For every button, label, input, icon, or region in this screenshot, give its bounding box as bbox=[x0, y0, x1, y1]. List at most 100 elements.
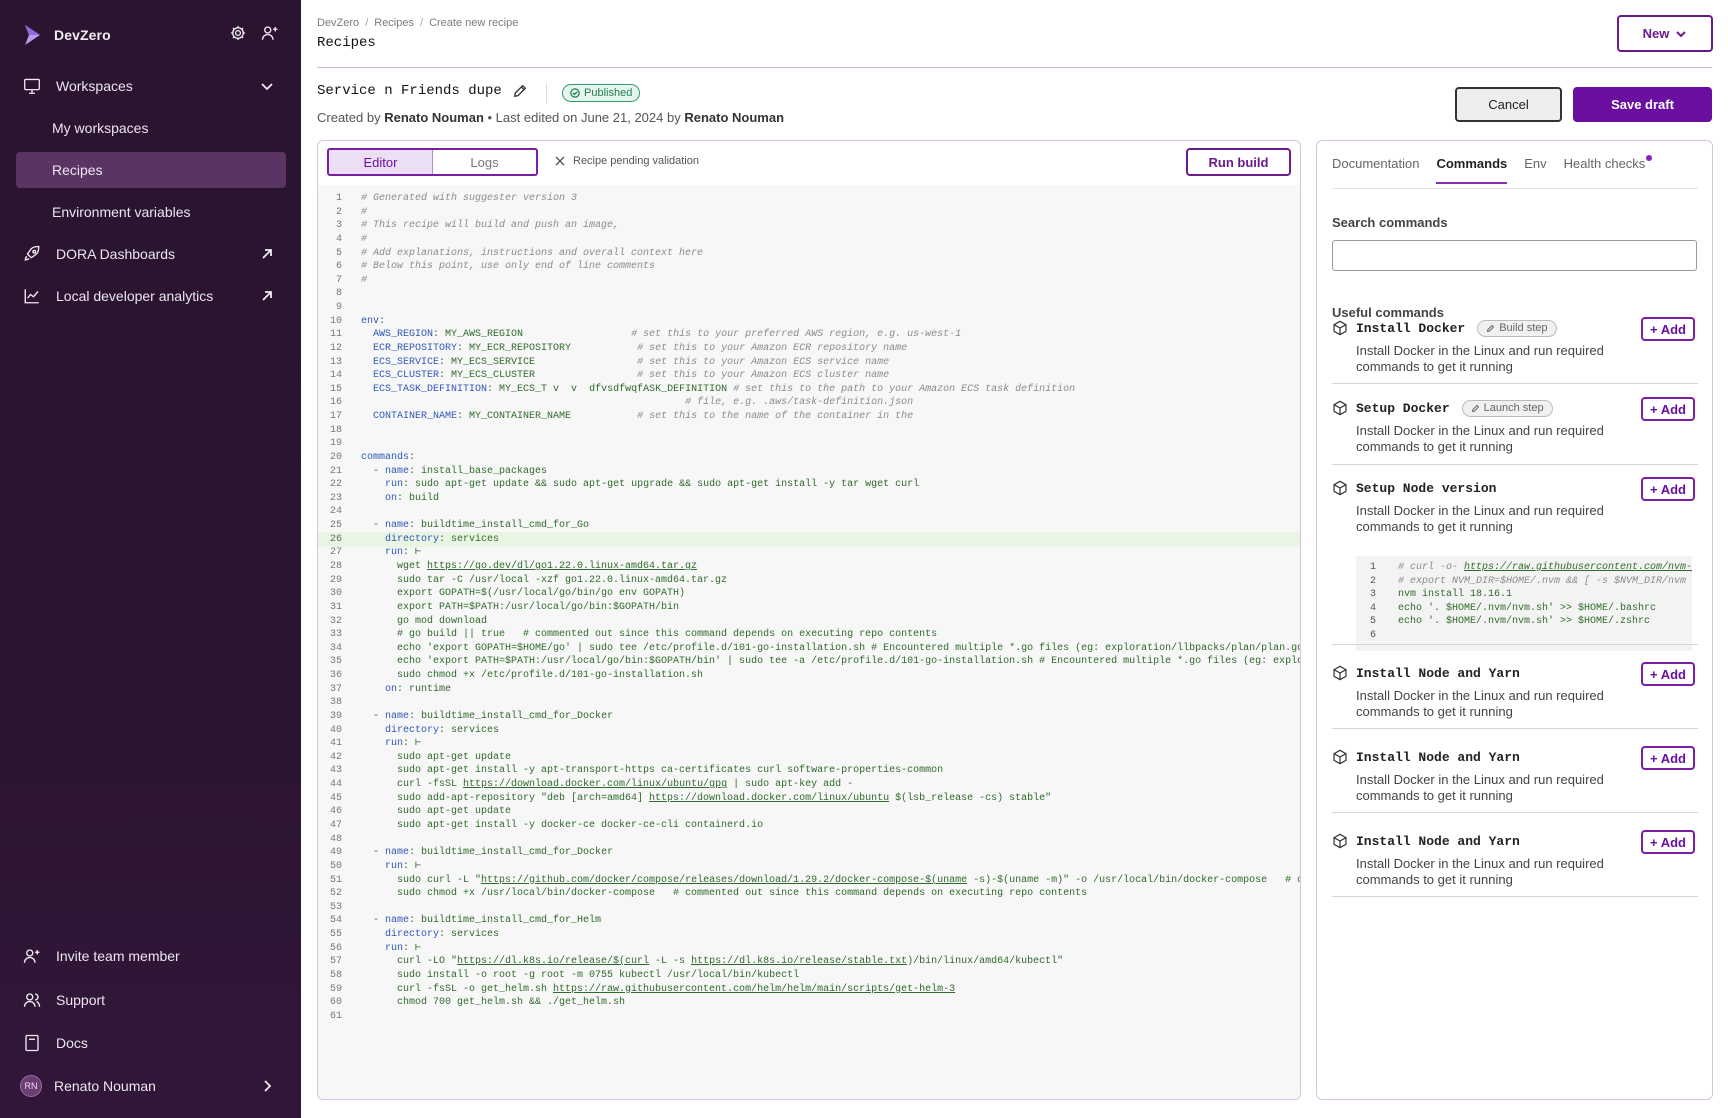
code-token: # Add explanations, instructions and ove… bbox=[361, 248, 703, 259]
chevron-right-icon bbox=[258, 1077, 276, 1095]
tab-documentation[interactable]: Documentation bbox=[1332, 156, 1419, 184]
meta-mid: • Last edited on June 21, 2024 by bbox=[488, 110, 681, 125]
code-token: directory bbox=[385, 929, 439, 940]
code-token: # go build || true # commented out since… bbox=[361, 629, 937, 640]
sidebar-item-my-workspaces[interactable]: My workspaces bbox=[16, 110, 286, 146]
code-token bbox=[361, 534, 385, 545]
command-tag-label: Build step bbox=[1499, 322, 1547, 334]
code-token: # Generated with suggester version 3 bbox=[361, 193, 577, 204]
add-user-icon bbox=[22, 946, 42, 966]
code-token: on bbox=[385, 684, 397, 695]
code-link[interactable]: https://raw.githubusercontent.com/helm/h… bbox=[553, 984, 955, 995]
code-link[interactable]: https://download.docker.com/linux/ubuntu… bbox=[463, 779, 727, 790]
code-link[interactable]: https://dl.k8s.io/release/$(curl bbox=[457, 956, 649, 967]
command-header: Setup DockerLaunch step bbox=[1332, 397, 1553, 419]
tab-commands[interactable]: Commands bbox=[1436, 156, 1507, 184]
line-chart-icon bbox=[22, 286, 42, 306]
code-token: : MY_CONTAINER_NAME bbox=[457, 411, 637, 422]
brand[interactable]: DevZero bbox=[24, 20, 111, 50]
sidebar-item-recipes[interactable]: Recipes bbox=[16, 152, 286, 188]
save-draft-button[interactable]: Save draft bbox=[1573, 87, 1712, 122]
code-token: # set this to your Amazon ECS cluster na… bbox=[637, 370, 889, 381]
code-token: -s)-$(uname -m)" -o /usr/local/bin/docke… bbox=[967, 875, 1301, 886]
code-token: directory bbox=[385, 534, 439, 545]
code-token: # set this to your Amazon ECR repository… bbox=[637, 343, 907, 354]
code-token: curl -LO " bbox=[361, 956, 457, 967]
sidebar-item-dora-dashboards[interactable]: DORA Dashboards bbox=[16, 236, 286, 272]
run-build-button[interactable]: Run build bbox=[1186, 148, 1291, 176]
code-token: # set this to your Amazon ECS service na… bbox=[637, 357, 889, 368]
add-command-button[interactable]: + Add bbox=[1641, 397, 1695, 421]
breadcrumb-item-devzero[interactable]: DevZero bbox=[317, 17, 359, 29]
tab-logs[interactable]: Logs bbox=[433, 150, 536, 174]
code-link[interactable]: https://github.com/docker/compose/releas… bbox=[481, 875, 967, 886]
code-token: sudo tar -C /usr/local -xzf go1.22.0.lin… bbox=[361, 575, 727, 586]
code-token: : buildtime_install_cmd_for_Go bbox=[409, 520, 589, 531]
command-description: Install Docker in the Linux and run requ… bbox=[1356, 423, 1636, 455]
code-token: name bbox=[385, 466, 409, 477]
sidebar-item-invite-team-member[interactable]: Invite team member bbox=[16, 938, 286, 974]
add-command-button[interactable]: + Add bbox=[1641, 830, 1695, 854]
new-button[interactable]: New bbox=[1617, 15, 1713, 52]
breadcrumb-item-recipes[interactable]: Recipes bbox=[374, 17, 414, 29]
sidebar-item-environment-variables[interactable]: Environment variables bbox=[16, 194, 286, 230]
code-token: name bbox=[385, 847, 409, 858]
code-token bbox=[361, 357, 373, 368]
code-token: # bbox=[361, 234, 367, 245]
users-icon bbox=[22, 990, 42, 1010]
code-token: ECS_TASK_DEFINITION bbox=[373, 384, 487, 395]
chevron-down-icon[interactable] bbox=[258, 77, 276, 95]
tab-health-checks[interactable]: Health checks bbox=[1564, 156, 1646, 184]
add-command-button[interactable]: + Add bbox=[1641, 662, 1695, 686]
pencil-icon bbox=[1486, 324, 1495, 333]
command-name: Setup Docker bbox=[1356, 401, 1450, 416]
code-token: run bbox=[385, 479, 403, 490]
tabs-divider bbox=[1332, 188, 1698, 189]
code-link[interactable]: https://go.dev/dl/go1.22.0.linux-amd64.t… bbox=[427, 561, 697, 572]
code-token: sudo curl -L " bbox=[361, 875, 481, 886]
code-link[interactable]: https://dl.k8s.io/release/stable.txt bbox=[691, 956, 907, 967]
code-token: : MY_ECR_REPOSITORY bbox=[457, 343, 637, 354]
add-command-button[interactable]: + Add bbox=[1641, 746, 1695, 770]
tab-env[interactable]: Env bbox=[1524, 156, 1546, 184]
code-token bbox=[361, 411, 373, 422]
sidebar-item-docs[interactable]: Docs bbox=[16, 1025, 286, 1061]
code-link[interactable]: https://download.docker.com/linux/ubuntu bbox=[649, 793, 889, 804]
sidebar-item-support[interactable]: Support bbox=[16, 982, 286, 1018]
user-menu[interactable]: RN Renato Nouman bbox=[16, 1068, 286, 1104]
command-description: Install Docker in the Linux and run requ… bbox=[1356, 688, 1636, 720]
code-token: name bbox=[385, 915, 409, 926]
command-description: Install Docker in the Linux and run requ… bbox=[1356, 343, 1636, 375]
devzero-logo-icon bbox=[24, 24, 42, 46]
code-token: env bbox=[361, 316, 379, 327]
code-token: : install_base_packages bbox=[409, 466, 547, 477]
code-token: echo 'export GOPATH=$HOME/go' | sudo tee… bbox=[361, 643, 1301, 654]
cancel-button[interactable]: Cancel bbox=[1455, 87, 1562, 122]
add-user-icon[interactable] bbox=[261, 24, 279, 42]
search-commands-input[interactable] bbox=[1332, 240, 1697, 271]
gear-icon[interactable] bbox=[229, 24, 247, 42]
title-divider bbox=[546, 83, 547, 103]
add-command-button[interactable]: + Add bbox=[1641, 317, 1695, 341]
code-token: sudo apt-get install -y docker-ce docker… bbox=[361, 820, 763, 831]
code-token: export PATH=$PATH:/usr/local/go/bin:$GOP… bbox=[361, 602, 679, 613]
code-token: $(lsb_release -cs) stable" bbox=[889, 793, 1051, 804]
tab-editor[interactable]: Editor bbox=[329, 150, 433, 174]
cube-icon bbox=[1332, 665, 1348, 681]
sidebar-item-workspaces[interactable]: Workspaces bbox=[16, 68, 286, 104]
code-token: # Below this point, use only end of line… bbox=[361, 261, 655, 272]
command-description: Install Docker in the Linux and run requ… bbox=[1356, 772, 1636, 804]
code-editor[interactable]: 1# Generated with suggester version 32#3… bbox=[318, 185, 1301, 1100]
command-description: Install Docker in the Linux and run requ… bbox=[1356, 503, 1636, 535]
code-token: : build bbox=[397, 493, 439, 504]
code-token: commands bbox=[361, 452, 409, 463]
code-token: | sudo apt-key add - bbox=[727, 779, 853, 790]
code-token: : sudo apt-get update && sudo apt-get up… bbox=[403, 479, 919, 490]
code-token: )/bin/linux/amd64/kubectl" bbox=[907, 956, 1063, 967]
sidebar-item-local-developer-analytics[interactable]: Local developer analytics bbox=[16, 278, 286, 314]
cube-icon bbox=[1332, 833, 1348, 849]
code-token: # export NVM_DIR=$HOME/.nvm && [ -s $NVM… bbox=[1398, 576, 1686, 587]
add-command-button[interactable]: + Add bbox=[1641, 477, 1695, 501]
pencil-icon[interactable] bbox=[512, 83, 528, 99]
meta-editor: Renato Nouman bbox=[684, 110, 784, 125]
